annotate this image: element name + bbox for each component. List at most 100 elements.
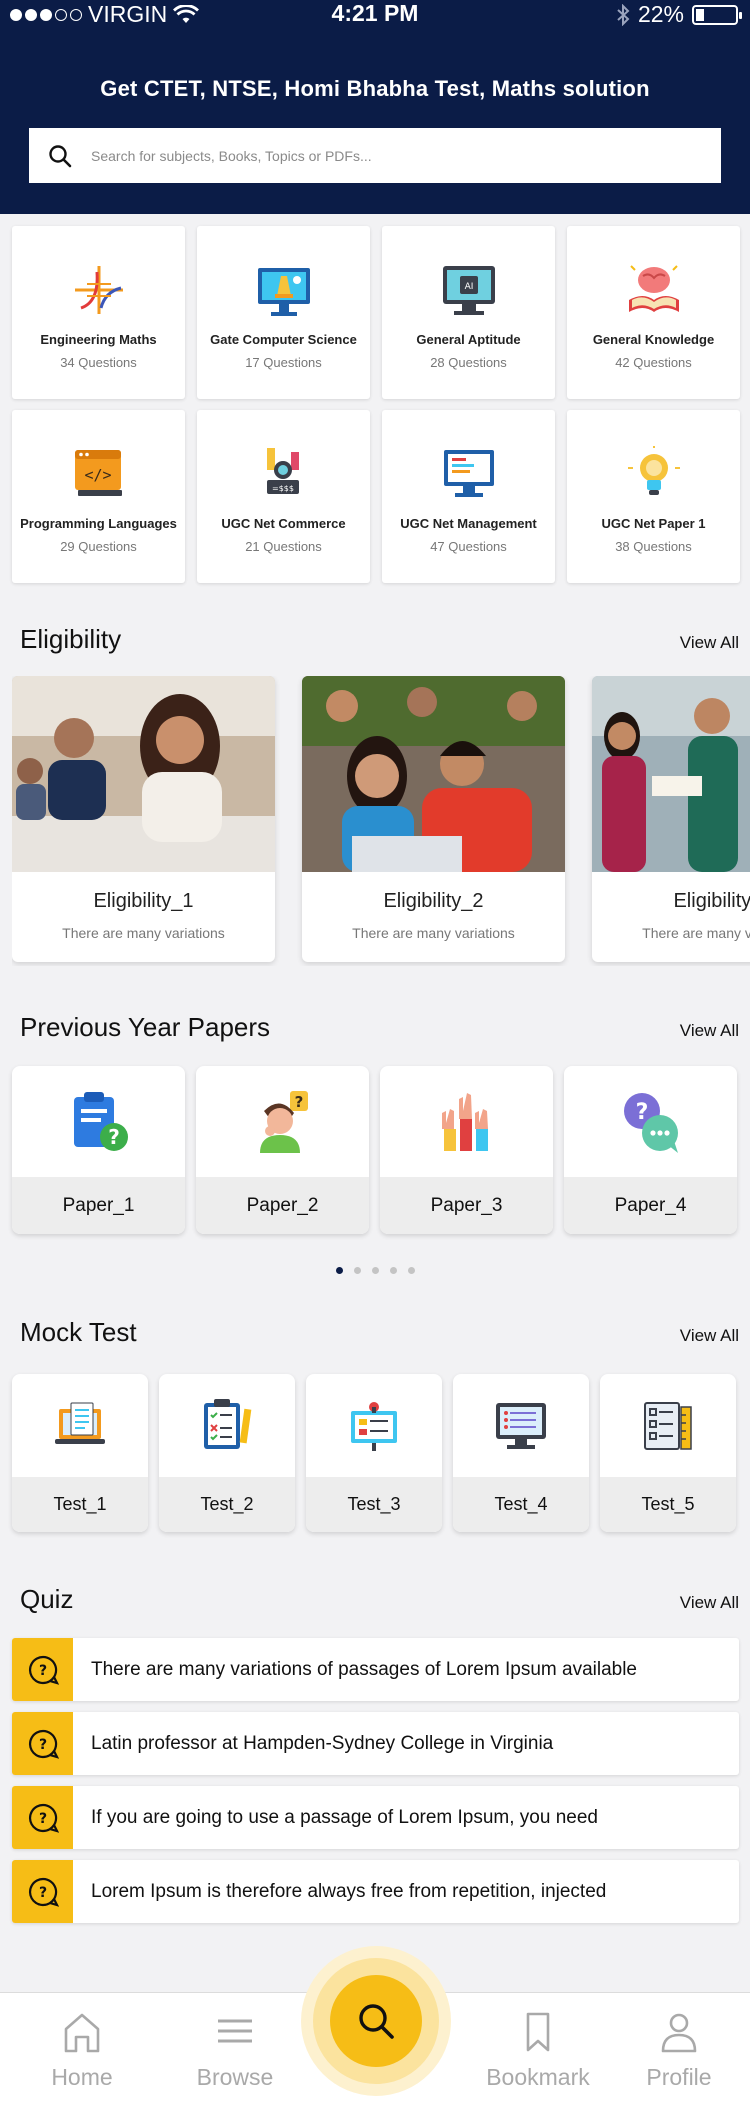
page-title: Get CTET, NTSE, Homi Bhabha Test, Maths …: [100, 76, 650, 101]
checklist-pencil-icon: [204, 1398, 252, 1449]
page-dot[interactable]: [389, 1267, 397, 1274]
search-icon: [359, 2004, 394, 2039]
test-card[interactable]: Test_4: [453, 1374, 589, 1532]
search-bar[interactable]: [29, 128, 721, 183]
test-card[interactable]: Test_2: [159, 1374, 295, 1532]
tab-home[interactable]: Home: [22, 2011, 142, 2091]
test-card[interactable]: Test_3: [306, 1374, 442, 1532]
board-test-icon: [351, 1401, 397, 1451]
paper-label: Paper_1: [12, 1177, 185, 1234]
subject-name: UGC Net Commerce: [221, 516, 346, 531]
test-label: Test_5: [600, 1477, 736, 1532]
papers-pagination[interactable]: [0, 1267, 750, 1274]
subject-card[interactable]: AI General Aptitude 28 Questions: [382, 226, 555, 399]
tab-bookmark[interactable]: Bookmark: [478, 2011, 598, 2091]
papers-carousel[interactable]: ? Paper_1 ? Paper_2 Paper_3 ? Paper_4: [12, 1066, 739, 1234]
subject-grid: Engineering Maths 34 Questions Gate Comp…: [12, 226, 740, 583]
svg-text:?: ?: [38, 1885, 46, 1901]
svg-text:</>: </>: [84, 466, 111, 484]
profile-icon: [661, 2013, 697, 2053]
subject-count: 34 Questions: [60, 355, 137, 370]
tab-browse[interactable]: Browse: [175, 2011, 295, 2091]
mock-test-carousel[interactable]: Test_1 Test_2 Test_3 Test_4 Test_5: [12, 1374, 739, 1532]
computer-science-icon: [257, 268, 310, 316]
eligibility-card[interactable]: Eligibility_2 There are many variations: [302, 676, 565, 962]
quiz-question-icon: ?: [28, 1655, 59, 1685]
quiz-item-text: There are many variations of passages of…: [91, 1658, 637, 1680]
subject-count: 47 Questions: [430, 539, 507, 554]
section-title: Previous Year Papers: [20, 1012, 271, 1042]
students-photo: [592, 676, 750, 872]
eligibility-card-title: Eligibility_2: [383, 890, 484, 912]
tab-label: Home: [51, 2064, 113, 2090]
paper-card[interactable]: Paper_3: [380, 1066, 553, 1234]
chat-question-icon: ?: [623, 1092, 678, 1153]
eligibility-card[interactable]: Eligibility_3 There are many variations: [592, 676, 750, 962]
paper-card[interactable]: ? Paper_2: [196, 1066, 369, 1234]
subject-card[interactable]: UGC Net Paper 1 38 Questions: [567, 410, 740, 583]
tab-label: Bookmark: [486, 2064, 590, 2090]
subject-name: Programming Languages: [20, 516, 177, 531]
page-dot-active[interactable]: [335, 1267, 343, 1274]
subject-name: UGC Net Management: [400, 516, 537, 531]
section-title: Quiz: [20, 1584, 74, 1614]
search-icon: [49, 144, 72, 167]
tab-profile[interactable]: Profile: [619, 2011, 739, 2091]
subject-count: 21 Questions: [245, 539, 322, 554]
subject-card[interactable]: UGC Net Management 47 Questions: [382, 410, 555, 583]
subject-card[interactable]: =$$$ UGC Net Commerce 21 Questions: [197, 410, 370, 583]
paper-card[interactable]: ? Paper_4: [564, 1066, 737, 1234]
status-bar: VIRGIN 4:21 PM 22%: [0, 0, 750, 30]
eligibility-carousel[interactable]: Eligibility_1 There are many variations …: [12, 676, 750, 966]
eligibility-card-desc: There are many variations: [62, 925, 225, 941]
eligibility-card[interactable]: Eligibility_1 There are many variations: [12, 676, 275, 962]
page-dot[interactable]: [407, 1267, 415, 1274]
paper-card[interactable]: ? Paper_1: [12, 1066, 185, 1234]
eligibility-card-title: Eligibility_3: [673, 890, 750, 912]
subject-card[interactable]: </> Programming Languages 29 Questions: [12, 410, 185, 583]
subject-name: Gate Computer Science: [210, 332, 357, 347]
svg-text:=$$$: =$$$: [272, 484, 294, 493]
quiz-item[interactable]: ? Lorem Ipsum is therefore always free f…: [12, 1860, 739, 1923]
search-input[interactable]: [91, 147, 691, 164]
page-dot[interactable]: [353, 1267, 361, 1274]
subject-count: 38 Questions: [615, 539, 692, 554]
subject-name: General Knowledge: [592, 332, 715, 347]
quiz-view-all-link[interactable]: View All: [680, 1593, 739, 1613]
eligibility-view-all-link[interactable]: View All: [680, 633, 739, 653]
search-fab-button[interactable]: [330, 1975, 422, 2067]
bookmark-icon: [526, 2012, 550, 2052]
subject-name: UGC Net Paper 1: [601, 516, 706, 531]
subject-card[interactable]: Gate Computer Science 17 Questions: [197, 226, 370, 399]
test-label: Test_2: [159, 1477, 295, 1532]
raised-hands-icon: [441, 1092, 488, 1151]
svg-text:?: ?: [294, 1093, 303, 1111]
subject-count: 28 Questions: [430, 355, 507, 370]
monitor-list-icon: [496, 1402, 546, 1449]
students-photo: [12, 676, 275, 872]
subject-name: General Aptitude: [416, 332, 521, 347]
engineering-maths-icon: [74, 266, 123, 314]
test-card[interactable]: Test_5: [600, 1374, 736, 1532]
quiz-item[interactable]: ? There are many variations of passages …: [12, 1638, 739, 1701]
quiz-item[interactable]: ? If you are going to use a passage of L…: [12, 1786, 739, 1849]
eligibility-card-desc: There are many variations: [352, 925, 515, 941]
papers-view-all-link[interactable]: View All: [680, 1021, 739, 1041]
test-card[interactable]: Test_1: [12, 1374, 148, 1532]
section-title: Mock Test: [20, 1317, 137, 1347]
home-icon: [64, 2013, 100, 2053]
tab-label: Browse: [196, 2064, 274, 2090]
management-monitor-icon: [443, 450, 494, 497]
quiz-question-icon: ?: [28, 1729, 59, 1759]
brain-book-icon: [628, 265, 679, 312]
thinking-person-icon: ?: [259, 1090, 308, 1153]
lightbulb-icon: [627, 446, 680, 495]
subject-card[interactable]: General Knowledge 42 Questions: [567, 226, 740, 399]
quiz-item[interactable]: ? Latin professor at Hampden-Sydney Coll…: [12, 1712, 739, 1775]
quiz-question-icon: ?: [28, 1803, 59, 1833]
battery-icon: [692, 4, 742, 25]
subject-card[interactable]: Engineering Maths 34 Questions: [12, 226, 185, 399]
menu-lines-icon: [218, 2019, 252, 2043]
page-dot[interactable]: [371, 1267, 379, 1274]
mock-test-view-all-link[interactable]: View All: [680, 1326, 739, 1346]
